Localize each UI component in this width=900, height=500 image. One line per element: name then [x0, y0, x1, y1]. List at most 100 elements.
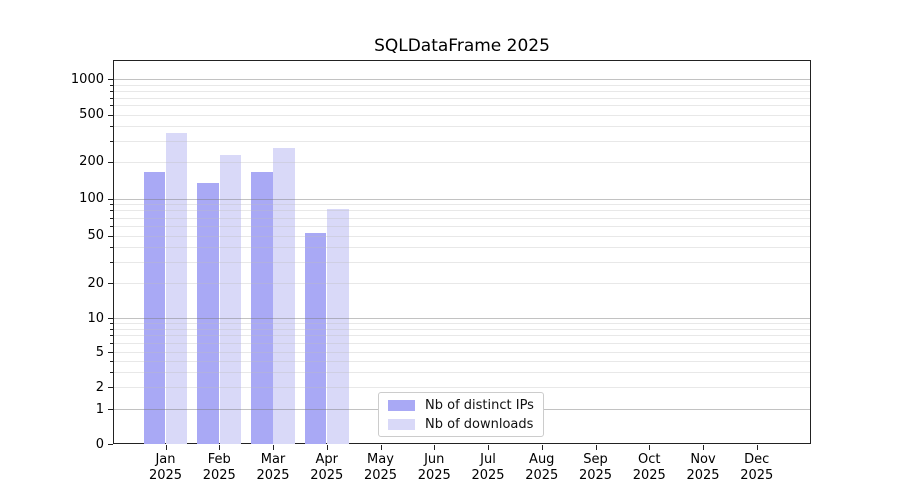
gridline-minor [114, 141, 810, 142]
x-tick-label: Feb2025 [189, 452, 249, 483]
y-minor-tick-mark [110, 210, 113, 211]
bar-downloads-jan-2025 [166, 133, 188, 444]
legend-item-distinct-ips: Nb of distinct IPs [379, 396, 543, 415]
x-tick-mark [166, 445, 167, 450]
y-minor-tick-mark [110, 387, 113, 388]
y-minor-tick-mark [110, 105, 113, 106]
gridline-minor [114, 247, 810, 248]
x-tick-label: Jul2025 [458, 452, 518, 483]
x-tick-mark [327, 445, 328, 450]
y-minor-tick-mark [110, 352, 113, 353]
y-minor-tick-mark [110, 323, 113, 324]
legend-label-downloads: Nb of downloads [425, 417, 533, 432]
legend-swatch-downloads [388, 419, 415, 430]
x-tick-label: Aug2025 [512, 452, 572, 483]
gridline-minor [114, 343, 810, 344]
y-minor-tick-mark [110, 98, 113, 99]
bar-distinct-ips-apr-2025 [305, 233, 327, 444]
y-minor-tick-mark [110, 329, 113, 330]
x-tick-mark [649, 445, 650, 450]
x-tick-label: Oct2025 [619, 452, 679, 483]
legend-item-downloads: Nb of downloads [379, 415, 543, 434]
x-tick-label: Dec2025 [727, 452, 787, 483]
y-minor-tick-mark [110, 335, 113, 336]
y-tick-label: 0 [0, 437, 104, 452]
y-minor-tick-mark [110, 91, 113, 92]
x-tick-mark [434, 445, 435, 450]
y-tick-label: 1000 [0, 72, 104, 87]
legend: Nb of distinct IPs Nb of downloads [378, 392, 544, 437]
y-tick-label: 200 [0, 154, 104, 169]
y-minor-tick-mark [110, 218, 113, 219]
legend-swatch-distinct-ips [388, 400, 415, 411]
plot-area [113, 60, 811, 444]
y-tick-label: 1 [0, 402, 104, 417]
y-minor-tick-mark [110, 372, 113, 373]
gridline-minor [114, 98, 810, 99]
x-tick-label: Mar2025 [243, 452, 303, 483]
y-tick-mark [108, 409, 113, 410]
legend-label-distinct-ips: Nb of distinct IPs [425, 398, 534, 413]
gridline-minor [114, 361, 810, 362]
x-tick-mark [542, 445, 543, 450]
y-minor-tick-mark [110, 204, 113, 205]
y-tick-label: 50 [0, 228, 104, 243]
x-tick-mark [273, 445, 274, 450]
gridline-minor [114, 204, 810, 205]
gridline-minor [114, 387, 810, 388]
x-tick-mark [757, 445, 758, 450]
y-minor-tick-mark [110, 236, 113, 237]
gridline-major [114, 79, 810, 80]
y-tick-label: 500 [0, 107, 104, 122]
y-minor-tick-mark [110, 262, 113, 263]
y-minor-tick-mark [110, 361, 113, 362]
y-minor-tick-mark [110, 283, 113, 284]
gridline-minor [114, 262, 810, 263]
y-tick-mark [108, 444, 113, 445]
gridline-minor [114, 352, 810, 353]
y-tick-label: 10 [0, 311, 104, 326]
gridline-minor [114, 236, 810, 237]
y-tick-label: 100 [0, 191, 104, 206]
x-tick-label: Jun2025 [404, 452, 464, 483]
figure: SQLDataFrame 2025 0125102050100200500100… [0, 0, 900, 500]
bar-distinct-ips-mar-2025 [251, 172, 273, 444]
x-tick-label: Sep2025 [566, 452, 626, 483]
x-tick-label: Jan2025 [136, 452, 196, 483]
gridline-minor [114, 210, 810, 211]
x-tick-mark [596, 445, 597, 450]
x-tick-mark [703, 445, 704, 450]
y-minor-tick-mark [110, 126, 113, 127]
gridline-minor [114, 162, 810, 163]
y-minor-tick-mark [110, 115, 113, 116]
y-tick-mark [108, 318, 113, 319]
gridline-minor [114, 323, 810, 324]
gridline-minor [114, 372, 810, 373]
gridline-minor [114, 105, 810, 106]
gridline-minor [114, 329, 810, 330]
x-tick-label: Apr2025 [297, 452, 357, 483]
y-minor-tick-mark [110, 343, 113, 344]
y-minor-tick-mark [110, 247, 113, 248]
gridline-minor [114, 115, 810, 116]
x-tick-mark [488, 445, 489, 450]
gridline-minor [114, 335, 810, 336]
y-minor-tick-mark [110, 85, 113, 86]
gridline-minor [114, 226, 810, 227]
bar-downloads-mar-2025 [273, 148, 295, 444]
bar-distinct-ips-feb-2025 [197, 183, 219, 444]
x-tick-mark [219, 445, 220, 450]
y-tick-mark [108, 79, 113, 80]
x-tick-label: May2025 [351, 452, 411, 483]
chart-title: SQLDataFrame 2025 [113, 36, 811, 56]
y-tick-label: 20 [0, 276, 104, 291]
gridline-minor [114, 283, 810, 284]
gridline-minor [114, 91, 810, 92]
x-tick-label: Nov2025 [673, 452, 733, 483]
x-tick-mark [381, 445, 382, 450]
y-tick-mark [108, 199, 113, 200]
bar-distinct-ips-jan-2025 [144, 172, 166, 444]
y-minor-tick-mark [110, 141, 113, 142]
gridline-minor [114, 85, 810, 86]
y-minor-tick-mark [110, 226, 113, 227]
